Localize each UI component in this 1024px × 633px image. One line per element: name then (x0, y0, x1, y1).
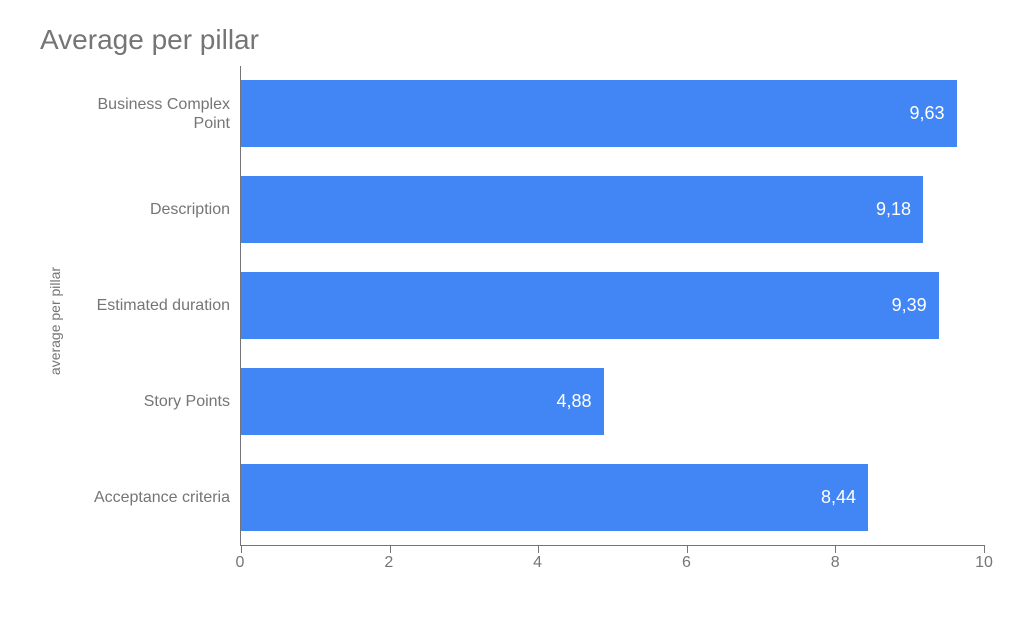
bar: 9,63 (241, 80, 957, 147)
x-axis: 0246810 (240, 546, 984, 576)
y-axis-title: average per pillar (47, 267, 63, 375)
y-tick-label: Business Complex Point (70, 66, 240, 162)
chart-body: average per pillar Business Complex Poin… (40, 66, 984, 576)
bar-value-label: 8,44 (821, 487, 856, 508)
x-tick-label: 8 (831, 554, 840, 572)
plot-col: 9,639,189,394,888,44 0246810 (240, 66, 984, 576)
bar-value-label: 4,88 (557, 391, 592, 412)
bar: 9,39 (241, 272, 939, 339)
y-tick-label: Story Points (70, 354, 240, 450)
bar: 8,44 (241, 464, 868, 531)
chart-container: Average per pillar average per pillar Bu… (0, 0, 1024, 633)
x-tick-label: 4 (533, 554, 542, 572)
y-tick-label: Estimated duration (70, 258, 240, 354)
bar-value-label: 9,39 (892, 295, 927, 316)
bars: 9,63 9,18 9,39 4,88 8,44 (241, 66, 984, 545)
x-tick-label: 10 (975, 554, 993, 572)
x-tick-label: 6 (682, 554, 691, 572)
y-axis-categories: Business Complex PointDescriptionEstimat… (70, 66, 240, 546)
x-tick-label: 0 (236, 554, 245, 572)
bar-value-label: 9,18 (876, 199, 911, 220)
bar-value-label: 9,63 (909, 103, 944, 124)
plot-area: 9,63 9,18 9,39 4,88 8,44 (240, 66, 984, 546)
y-axis-categories-col: Business Complex PointDescriptionEstimat… (70, 66, 240, 576)
y-axis-title-col: average per pillar (40, 66, 70, 576)
bar-slot: 8,44 (241, 449, 984, 545)
y-tick-label: Description (70, 162, 240, 258)
bar-slot: 9,39 (241, 258, 984, 354)
bar: 9,18 (241, 176, 923, 243)
bar-slot: 9,63 (241, 66, 984, 162)
y-tick-label: Acceptance criteria (70, 450, 240, 546)
chart-title: Average per pillar (40, 24, 984, 56)
x-tick (984, 545, 985, 553)
bar-slot: 4,88 (241, 353, 984, 449)
bar-slot: 9,18 (241, 162, 984, 258)
x-tick-label: 2 (384, 554, 393, 572)
bar: 4,88 (241, 368, 604, 435)
